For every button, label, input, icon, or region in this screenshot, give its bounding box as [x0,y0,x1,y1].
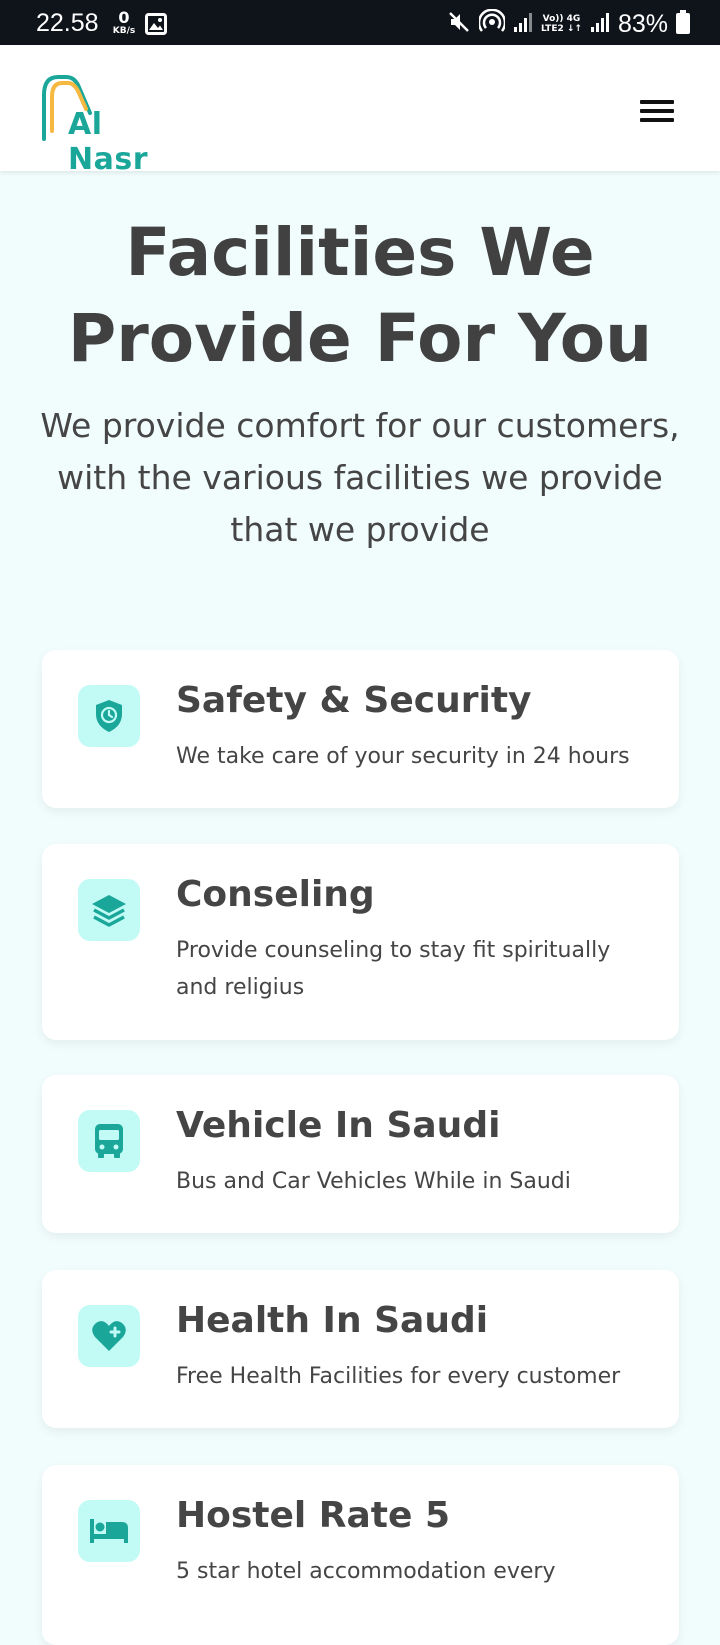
heart-plus-icon [78,1305,140,1367]
page-title: Facilities We Provide For You [0,210,720,382]
logo-text: Al Nasr [68,107,149,177]
page-title-line1: Facilities We [125,214,595,291]
facility-title: Vehicle In Saudi [176,1105,501,1146]
facility-card-safety[interactable]: Safety & Security We take care of your s… [42,650,679,808]
hamburger-menu-icon[interactable] [640,97,674,125]
facility-title: Safety & Security [176,680,532,721]
status-right: Vo)) 4G LTE2 ↓↑ 83% [447,8,690,39]
net-speed-value: 0 [118,8,130,27]
facility-description: We take care of your security in 24 hour… [176,744,630,769]
net-speed-unit: KB/s [112,26,136,36]
net-speed: 0 KB/s [110,10,138,36]
facility-card-counseling[interactable]: Conseling Provide counseling to stay fit… [42,844,679,1040]
page-title-line2: Provide For You [67,300,653,377]
facility-description: Provide counseling to stay fit spiritual… [176,938,611,1000]
bed-icon [78,1500,140,1562]
bus-icon [78,1110,140,1172]
lte-line1: Vo)) 4G [542,14,581,24]
signal-icon-2 [590,11,610,37]
battery-text: 83% [617,9,668,38]
mute-icon [447,10,471,38]
site-header: Al Nasr [0,45,720,177]
hotspot-icon [477,8,507,39]
status-bar: 22.58 0 KB/s Vo)) 4G LTE2 ↓↑ 83% [0,0,720,45]
facility-title: Hostel Rate 5 [176,1495,451,1536]
page-subtitle: We provide comfort for our customers, wi… [40,406,680,549]
facility-title: Conseling [176,874,375,915]
facility-description: Bus and Car Vehicles While in Saudi [176,1169,571,1194]
battery-icon [676,10,690,38]
facility-card-vehicle[interactable]: Vehicle In Saudi Bus and Car Vehicles Wh… [42,1075,679,1233]
lte-line2: LTE2 ↓↑ [540,24,582,34]
signal-icon [513,11,533,37]
facility-card-health[interactable]: Health In Saudi Free Health Facilities f… [42,1270,679,1428]
status-time: 22.58 [36,9,99,37]
image-icon [145,13,167,39]
facility-description: Free Health Facilities for every custome… [176,1364,621,1389]
shield-clock-icon [78,685,140,747]
layers-icon [78,879,140,941]
facility-title: Health In Saudi [176,1300,489,1341]
facility-description: 5 star hotel accommodation every [176,1559,556,1584]
lte-indicator: Vo)) 4G LTE2 ↓↑ [541,14,582,34]
logo[interactable]: Al Nasr [40,73,190,177]
facility-card-hostel[interactable]: Hostel Rate 5 5 star hotel accommodation… [42,1465,679,1645]
